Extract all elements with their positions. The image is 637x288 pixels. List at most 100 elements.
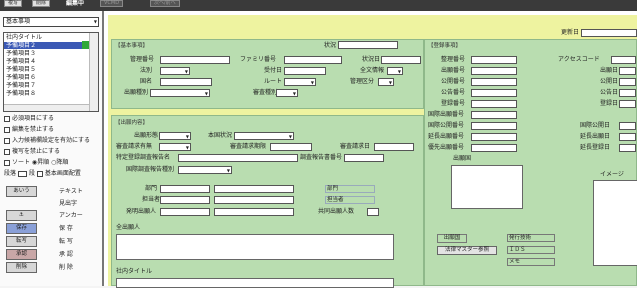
ext-register-date-field[interactable]: [619, 144, 636, 152]
register-no-field[interactable]: [471, 100, 517, 108]
list-item[interactable]: 予備項目７: [6, 82, 36, 89]
list-item[interactable]: 予備項目３: [6, 50, 36, 57]
no-copy-checkbox[interactable]: 複写を禁止にする: [4, 147, 60, 157]
exam-request-flag-select[interactable]: [159, 143, 191, 151]
priority-no-field[interactable]: [471, 144, 517, 152]
transfer-button[interactable]: 転写: [6, 236, 37, 247]
reg-manage-no-field[interactable]: [471, 56, 517, 64]
status-date-field[interactable]: [381, 56, 421, 64]
manage-no-field[interactable]: [160, 56, 230, 64]
route-label: ルート: [264, 78, 283, 85]
survey-no-field[interactable]: [344, 154, 384, 162]
law-master-button[interactable]: 法律マスター参照: [437, 246, 497, 255]
exam-date-field[interactable]: [374, 143, 414, 151]
person-field-1[interactable]: [160, 196, 210, 204]
vcmd-button[interactable]: VCMD: [100, 0, 124, 7]
internal-title-label: 社内タイトル: [116, 268, 153, 275]
list-item[interactable]: 予備項目６: [6, 74, 36, 81]
announce-no-field[interactable]: [471, 89, 517, 97]
field-list[interactable]: 社内タイトル 予備項目２ 予備項目３ 予備項目４ 予備項目５ 予備項目６ 予備項…: [3, 32, 99, 112]
survey-no-label: 調査報告書番号: [300, 154, 343, 161]
dept-field-2[interactable]: [214, 185, 294, 193]
country-field[interactable]: [160, 78, 212, 86]
nav-button[interactable]: 次へ/前へ: [150, 0, 180, 7]
dept-value: 部門: [325, 185, 375, 193]
family-no-label: ファミリ番号: [240, 56, 277, 63]
list-item-selected[interactable]: 予備項目２: [4, 42, 88, 49]
register-date-field[interactable]: [619, 100, 636, 108]
delete-button[interactable]: 削除: [32, 0, 51, 7]
filing-date-field[interactable]: [619, 67, 636, 75]
home-status-label: 本国状況: [208, 132, 233, 139]
required-checkbox[interactable]: 必須項目にする: [4, 114, 54, 124]
specific-report-field[interactable]: [178, 154, 298, 162]
filing-no-field[interactable]: [471, 67, 517, 75]
home-status-select[interactable]: [234, 132, 294, 140]
filing-type-label: 出願種別: [124, 89, 149, 96]
exam-type-select[interactable]: [276, 89, 298, 97]
field-group-select[interactable]: 基本事項 ▼: [3, 17, 99, 27]
list-item[interactable]: 社内タイトル: [6, 34, 42, 41]
status-field[interactable]: [338, 41, 398, 49]
detail-section: 【出願内容】 出願形態 本国状況 審査請求有無 審査請求期限 審査請求日 特定登…: [111, 115, 424, 288]
vertical-scrollbar[interactable]: [89, 33, 98, 111]
filing-no-label: 出願番号: [441, 67, 466, 74]
co-applicant-field[interactable]: [367, 208, 379, 216]
ext-filing-date-field[interactable]: [619, 133, 636, 141]
update-date-field[interactable]: [581, 29, 637, 37]
exam-date-label: 審査請求日: [340, 143, 371, 150]
co-applicant-label: 共同出願人数: [318, 208, 355, 215]
receipt-date-field[interactable]: [284, 67, 326, 75]
manage-type-select[interactable]: [378, 78, 394, 86]
list-item[interactable]: 予備項目５: [6, 66, 36, 73]
sort-options[interactable]: ソート ◉昇順 ○降順: [4, 158, 68, 168]
inventor-field-2[interactable]: [214, 208, 294, 216]
announce-date-field[interactable]: [619, 89, 636, 97]
inventor-field-1[interactable]: [160, 208, 210, 216]
fulltext-select[interactable]: [387, 67, 403, 75]
intl-pub-no-field[interactable]: [471, 122, 517, 130]
intl-pub-date-field[interactable]: [619, 122, 636, 130]
horizontal-scrollbar[interactable]: [4, 104, 89, 111]
detail-section-title: 【出願内容】: [115, 120, 149, 126]
input-candidate-checkbox[interactable]: 入力候補欄設定を有効にする: [4, 136, 90, 146]
ext-filing-date-label: 延長出願日: [580, 133, 611, 140]
list-item[interactable]: 予備項目８: [6, 90, 36, 97]
law-select[interactable]: [160, 67, 190, 75]
internal-title-textarea[interactable]: [116, 278, 394, 288]
layout-row: 段落 段 基本画面配置: [4, 170, 81, 177]
access-code-field[interactable]: [611, 56, 636, 64]
all-applicant-textarea[interactable]: [116, 234, 394, 260]
copy-button[interactable]: 複写: [4, 0, 23, 7]
move-arrow-icon[interactable]: [82, 41, 89, 49]
ext-filing-no-field[interactable]: [471, 133, 517, 141]
dept-field-1[interactable]: [160, 185, 210, 193]
image-area[interactable]: [593, 180, 637, 266]
text-button[interactable]: あいう: [6, 186, 37, 197]
intl-filing-no-field[interactable]: [471, 111, 517, 119]
no-edit-checkbox[interactable]: 編集を禁止する: [4, 125, 54, 135]
person-value: 担当者: [325, 196, 375, 204]
publication-date-label: 公開日: [600, 78, 619, 85]
main-form: 更新日 【基本事項】 状況 管理番号 ファミリ番号 状況日 法別 受付日 全文情…: [104, 11, 637, 288]
law-label: 法別: [140, 67, 153, 74]
list-item[interactable]: 予備項目４: [6, 58, 36, 65]
filing-form-select[interactable]: [159, 132, 191, 140]
left-panel: 基本事項 ▼ 社内タイトル 予備項目２ 予備項目３ 予備項目４ 予備項目５ 予備…: [0, 11, 104, 286]
manage-type-label: 管理区分: [350, 78, 375, 85]
anchor-button[interactable]: ⚓: [6, 210, 37, 221]
exam-deadline-field[interactable]: [270, 143, 312, 151]
route-select[interactable]: [284, 78, 316, 86]
publication-date-field[interactable]: [619, 78, 636, 86]
filing-type-select[interactable]: [150, 89, 210, 97]
save-button[interactable]: 保存: [6, 223, 37, 234]
publication-no-field[interactable]: [471, 78, 517, 86]
delete-item-button[interactable]: 削除: [6, 262, 37, 273]
filing-country-textarea[interactable]: [451, 165, 523, 209]
image-label: イメージ: [600, 171, 624, 178]
family-no-field[interactable]: [284, 56, 342, 64]
approve-button[interactable]: 承認: [6, 249, 37, 260]
person-field-2[interactable]: [214, 196, 294, 204]
filing-country-button[interactable]: 出願国: [437, 234, 467, 243]
intl-report-select[interactable]: [178, 166, 232, 174]
